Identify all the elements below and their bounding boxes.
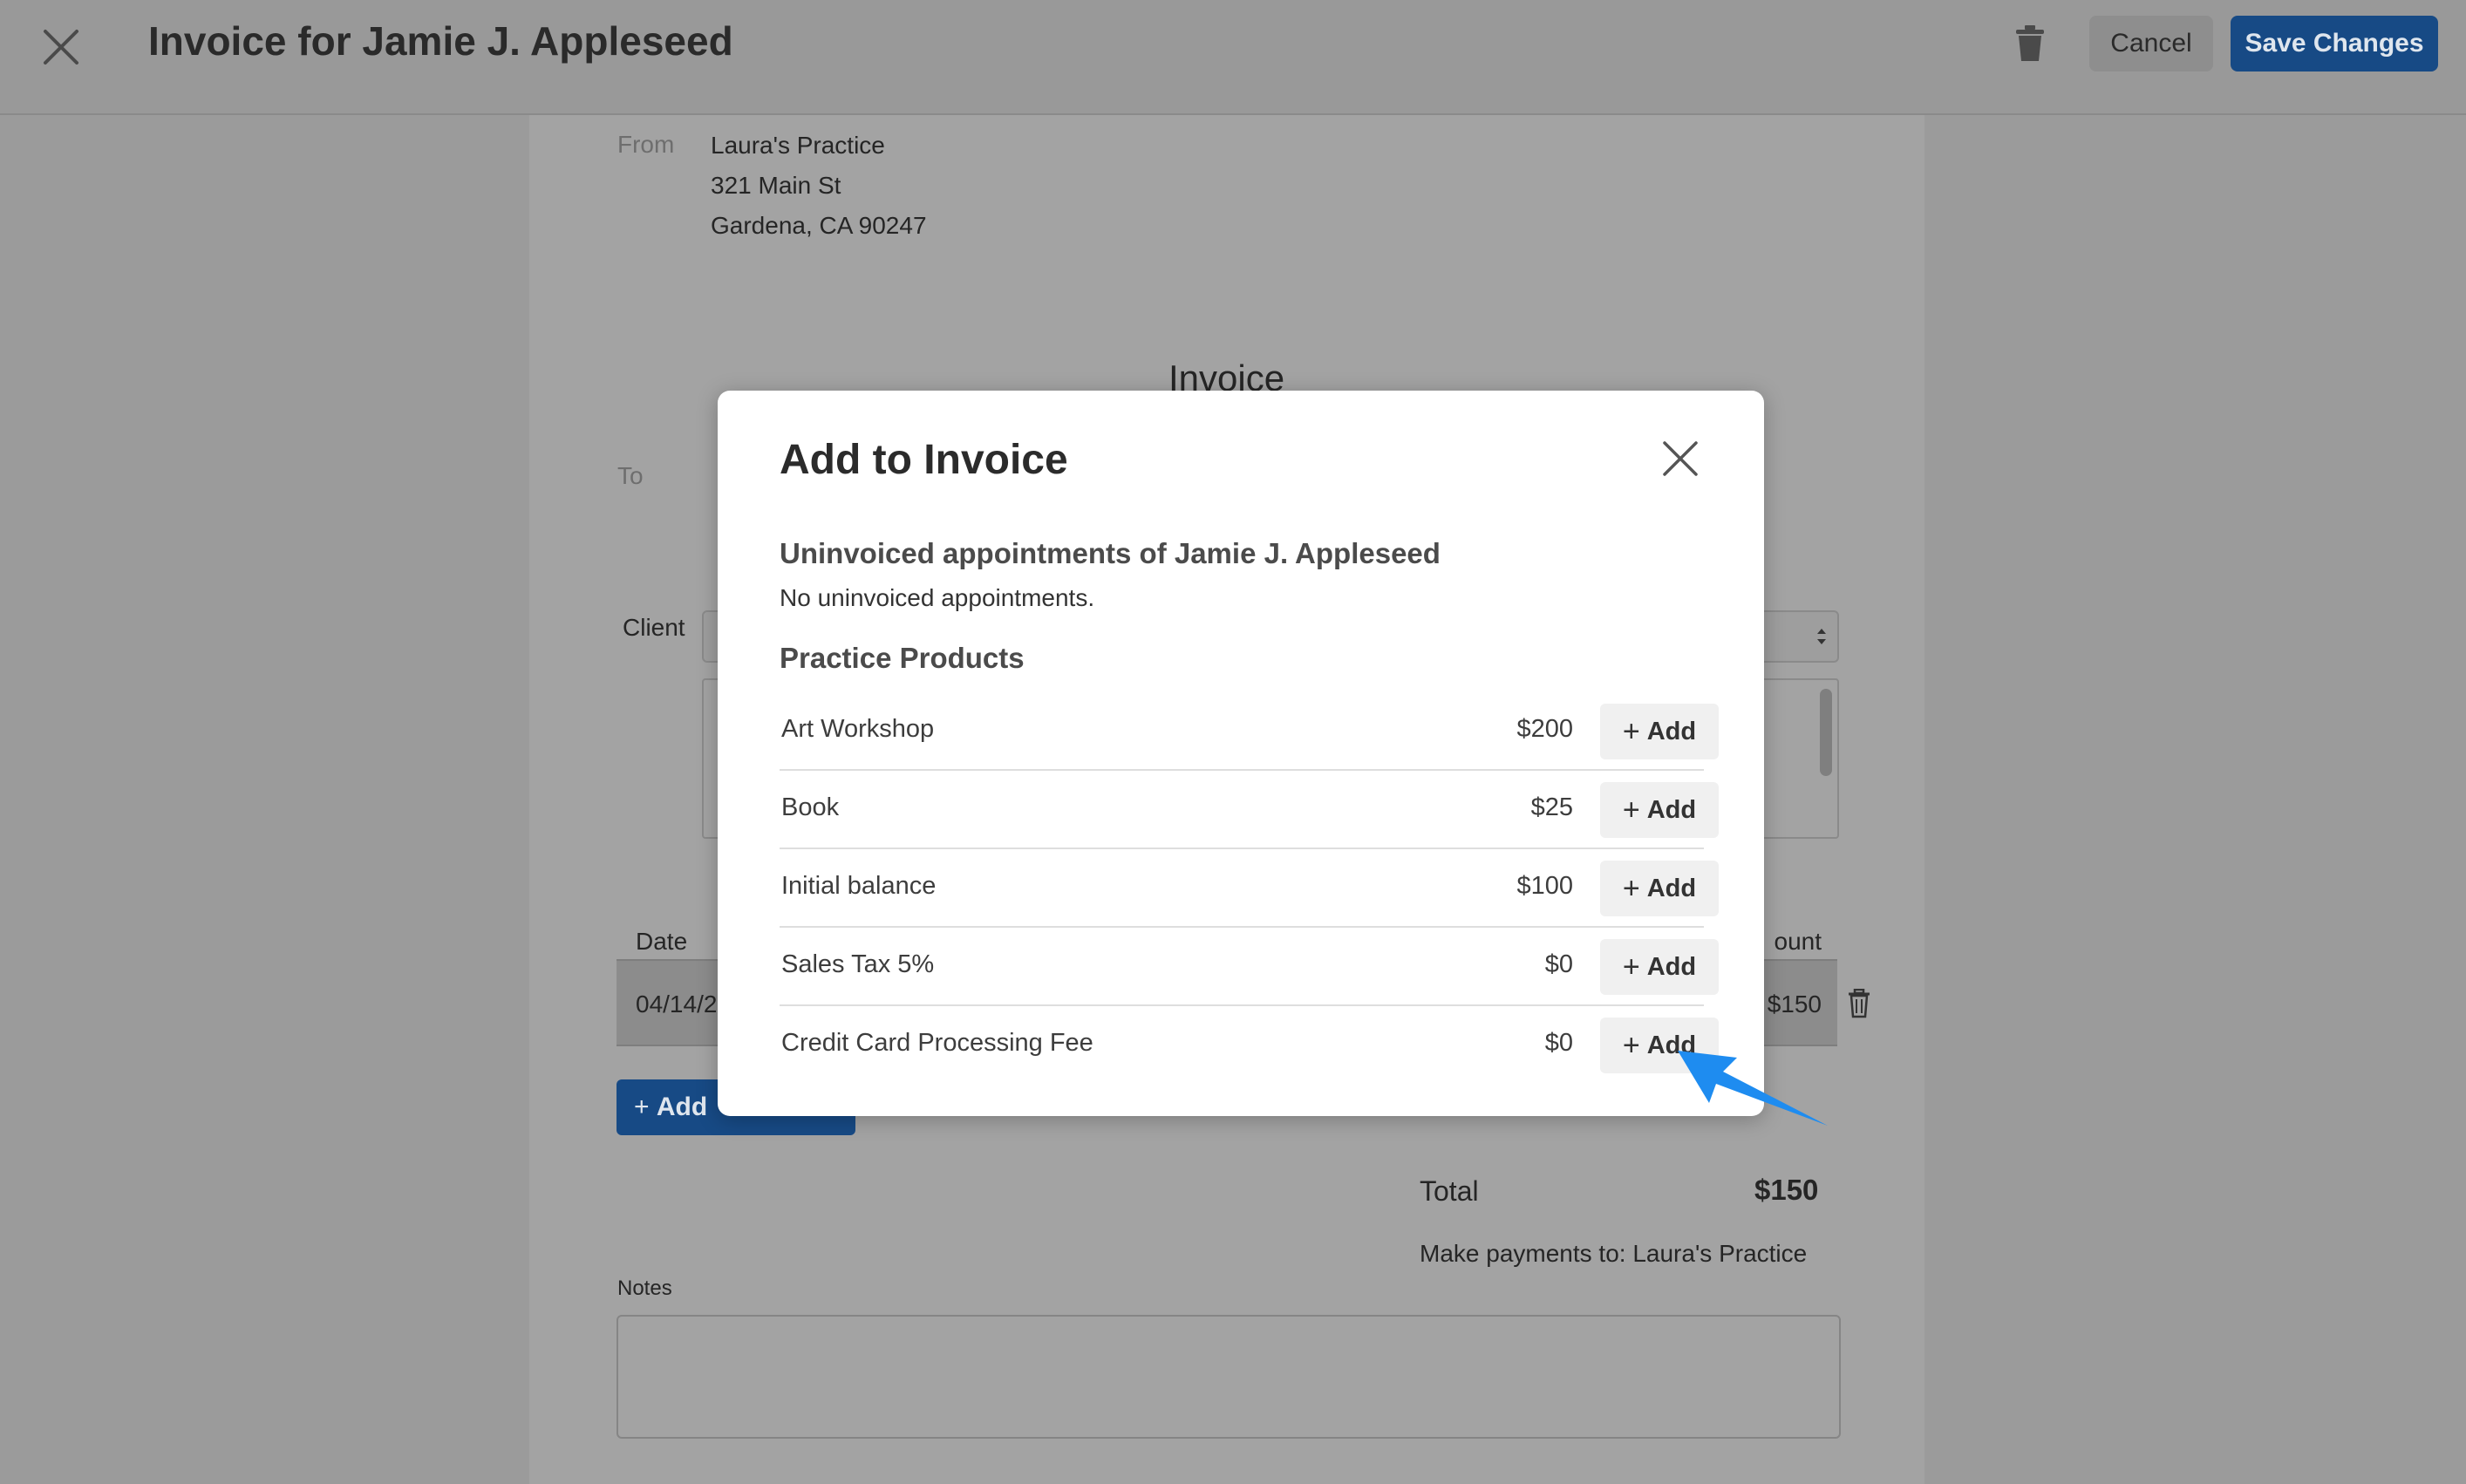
plus-icon: +: [1622, 1029, 1640, 1062]
client-label: Client: [623, 614, 685, 641]
notes-label: Notes: [617, 1276, 672, 1300]
modal-title: Add to Invoice: [780, 437, 1068, 483]
select-arrows-icon: [1817, 629, 1826, 644]
list-item: Book $25 + Add: [780, 769, 1719, 849]
pointer-arrow-icon: [1678, 1051, 1828, 1126]
product-name: Initial balance: [781, 872, 937, 900]
appointments-heading: Uninvoiced appointments of Jamie J. Appl…: [780, 537, 1441, 569]
from-street: 321 Main St: [711, 172, 841, 199]
add-product-button[interactable]: + Add: [1600, 782, 1719, 838]
plus-icon: +: [634, 1093, 657, 1121]
add-to-invoice-modal: Add to Invoice Uninvoiced appointments o…: [718, 391, 1764, 1116]
appointments-note: No uninvoiced appointments.: [780, 584, 1095, 611]
add-label: Add: [1646, 717, 1697, 745]
close-icon[interactable]: [1658, 436, 1703, 481]
plus-icon: +: [1622, 715, 1640, 748]
payment-note: Make payments to: Laura's Practice: [1420, 1240, 1808, 1267]
row-amount: $150: [1767, 990, 1822, 1018]
product-name: Book: [781, 793, 840, 821]
close-icon[interactable]: [38, 24, 84, 70]
from-label: From: [617, 131, 675, 158]
trash-icon[interactable]: [1847, 989, 1871, 1018]
plus-icon: +: [1622, 950, 1640, 984]
product-price: $25: [1530, 793, 1573, 821]
total-value: $150: [1754, 1174, 1819, 1206]
list-item: Credit Card Processing Fee $0 + Add: [780, 1004, 1719, 1083]
to-label: To: [617, 462, 644, 489]
cancel-button[interactable]: Cancel: [2089, 16, 2213, 71]
product-name: Art Workshop: [781, 715, 935, 743]
product-name: Sales Tax 5%: [781, 950, 935, 978]
add-product-button[interactable]: + Add: [1600, 704, 1719, 759]
add-label: Add: [1646, 874, 1697, 902]
product-price: $200: [1516, 715, 1573, 743]
plus-icon: +: [1622, 872, 1640, 905]
trash-icon[interactable]: [2014, 24, 2046, 63]
product-price: $0: [1544, 1029, 1573, 1057]
list-item: Art Workshop $200 + Add: [780, 691, 1719, 771]
list-item: Initial balance $100 + Add: [780, 848, 1719, 928]
save-changes-button[interactable]: Save Changes: [2231, 16, 2438, 71]
from-name: Laura's Practice: [711, 132, 885, 159]
notes-textarea[interactable]: [616, 1315, 1841, 1439]
add-product-button[interactable]: + Add: [1600, 861, 1719, 916]
add-line-item-label: Add: [656, 1093, 708, 1121]
row-date: 04/14/2: [636, 990, 718, 1018]
page-title: Invoice for Jamie J. Appleseed: [148, 18, 733, 64]
list-item: Sales Tax 5% $0 + Add: [780, 926, 1719, 1006]
products-heading: Practice Products: [780, 642, 1025, 674]
product-name: Credit Card Processing Fee: [781, 1029, 1093, 1057]
plus-icon: +: [1622, 793, 1640, 827]
date-column-header: Date: [636, 928, 688, 955]
amount-column-header: ount: [1774, 928, 1822, 955]
scrollbar[interactable]: [1820, 689, 1832, 776]
total-label: Total: [1420, 1175, 1479, 1207]
add-label: Add: [1646, 795, 1697, 824]
from-city: Gardena, CA 90247: [711, 212, 927, 239]
add-product-button[interactable]: + Add: [1600, 939, 1719, 995]
top-bar: Invoice for Jamie J. Appleseed Cancel Sa…: [0, 0, 2466, 115]
from-address: Laura's Practice 321 Main St Gardena, CA…: [711, 126, 927, 246]
product-price: $100: [1516, 872, 1573, 900]
product-price: $0: [1544, 950, 1573, 978]
add-label: Add: [1646, 952, 1697, 981]
